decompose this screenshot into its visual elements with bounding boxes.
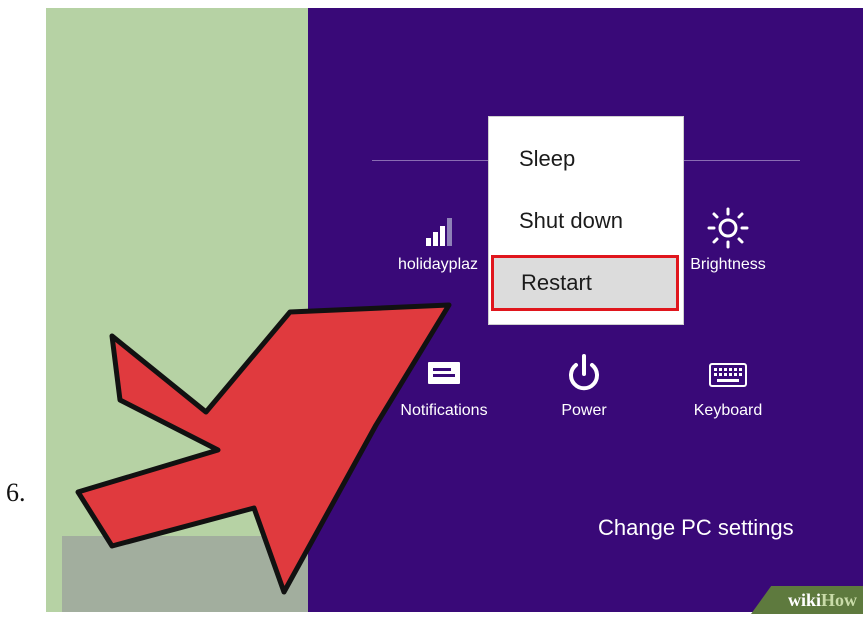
watermark-prefix: wiki: [787, 590, 821, 610]
watermark-suffix: How: [821, 590, 857, 610]
step-number: 6.: [6, 478, 26, 507]
screenshot: holidayplaz Brightness Notifications Pow…: [46, 0, 863, 620]
red-pointer-arrow-icon: [75, 302, 452, 595]
